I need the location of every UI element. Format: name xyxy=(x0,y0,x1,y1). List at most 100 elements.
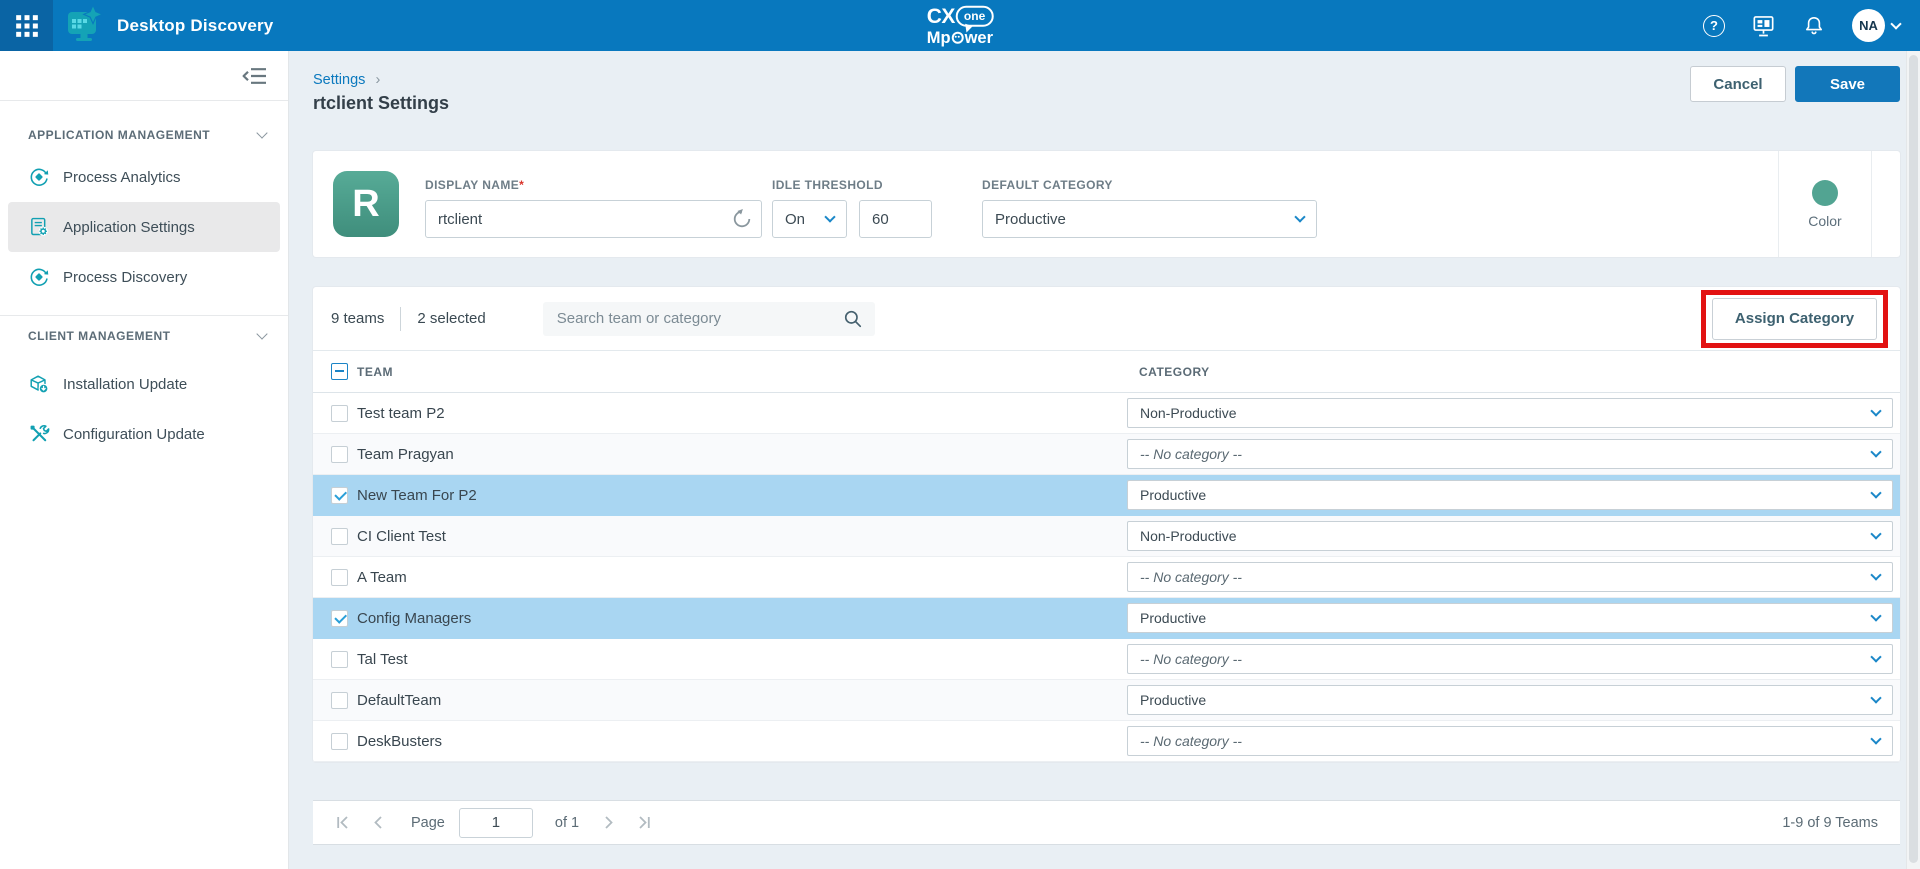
team-search xyxy=(543,302,875,336)
sidebar-item-application-settings[interactable]: Application Settings xyxy=(8,202,280,252)
client-avatar: R xyxy=(333,171,399,237)
idle-threshold-toggle-select[interactable]: On xyxy=(772,200,847,238)
app-brand: Desktop Discovery xyxy=(64,6,273,46)
screen-share-button[interactable] xyxy=(1751,13,1776,38)
category-select[interactable]: Non-Productive xyxy=(1127,398,1893,428)
notifications-button[interactable] xyxy=(1802,14,1826,38)
category-select[interactable]: Productive xyxy=(1127,603,1893,633)
table-row[interactable]: Config Managers Productive xyxy=(313,598,1900,639)
save-button[interactable]: Save xyxy=(1795,66,1900,102)
sidebar-item-label: Installation Update xyxy=(63,376,187,393)
table-row[interactable]: Team Pragyan -- No category -- xyxy=(313,434,1900,475)
section-header-application-management[interactable]: APPLICATION MANAGEMENT xyxy=(0,128,288,142)
breadcrumb-settings-link[interactable]: Settings xyxy=(313,72,365,88)
prev-page-button[interactable] xyxy=(371,815,386,830)
row-checkbox[interactable] xyxy=(331,405,348,422)
default-category-label: DEFAULT CATEGORY xyxy=(982,178,1317,192)
color-swatch[interactable] xyxy=(1812,180,1838,206)
sidebar-item-configuration-update[interactable]: Configuration Update xyxy=(8,409,280,459)
breadcrumb-separator: › xyxy=(375,72,380,88)
page-label: Page xyxy=(411,815,445,831)
category-select[interactable]: -- No category -- xyxy=(1127,726,1893,756)
table-row[interactable]: A Team -- No category -- xyxy=(313,557,1900,598)
assign-category-button[interactable]: Assign Category xyxy=(1712,298,1877,340)
app-launcher-button[interactable] xyxy=(0,0,53,51)
display-name-label: DISPLAY NAME* xyxy=(425,178,762,192)
idle-threshold-group: IDLE THRESHOLD On xyxy=(772,178,932,238)
chevron-down-icon xyxy=(1870,487,1881,498)
row-checkbox[interactable] xyxy=(331,528,348,545)
idle-threshold-seconds-field[interactable] xyxy=(859,200,932,238)
results-range-label: 1-9 of 9 Teams xyxy=(1782,815,1878,831)
category-select[interactable]: Non-Productive xyxy=(1127,521,1893,551)
chevron-down-icon xyxy=(1294,211,1305,222)
last-page-icon xyxy=(637,815,652,830)
row-checkbox[interactable] xyxy=(331,692,348,709)
process-analytics-icon xyxy=(28,166,50,188)
page-of-label: of 1 xyxy=(555,815,579,831)
team-name: New Team For P2 xyxy=(357,487,1118,504)
category-select[interactable]: -- No category -- xyxy=(1127,562,1893,592)
category-select[interactable]: -- No category -- xyxy=(1127,644,1893,674)
cancel-button[interactable]: Cancel xyxy=(1690,66,1786,102)
teams-count: 9 teams xyxy=(331,310,384,327)
team-name: A Team xyxy=(357,569,1118,586)
category-select[interactable]: Productive xyxy=(1127,685,1893,715)
table-header-row: TEAM CATEGORY xyxy=(313,351,1900,393)
row-checkbox[interactable] xyxy=(331,610,348,627)
sidebar-item-installation-update[interactable]: Installation Update xyxy=(8,359,280,409)
sidebar-divider xyxy=(0,315,288,316)
row-checkbox[interactable] xyxy=(331,446,348,463)
scrollbar-thumb[interactable] xyxy=(1909,55,1918,863)
prev-page-icon xyxy=(371,815,386,830)
first-page-button[interactable] xyxy=(335,815,350,830)
category-select[interactable]: -- No category -- xyxy=(1127,439,1893,469)
table-row[interactable]: New Team For P2 Productive xyxy=(313,475,1900,516)
table-row[interactable]: DeskBusters -- No category -- xyxy=(313,721,1900,762)
select-all-checkbox[interactable] xyxy=(331,363,348,380)
table-row[interactable]: Tal Test -- No category -- xyxy=(313,639,1900,680)
collapse-sidebar-icon[interactable] xyxy=(242,66,268,86)
scrollbar[interactable] xyxy=(1906,51,1920,869)
pagination-bar: Page of 1 1-9 of 9 Teams xyxy=(313,800,1900,845)
table-row[interactable]: CI Client Test Non-Productive xyxy=(313,516,1900,557)
chevron-down-icon xyxy=(256,328,267,339)
sidebar-item-process-analytics[interactable]: Process Analytics xyxy=(8,152,280,202)
sidebar-item-process-discovery[interactable]: Process Discovery xyxy=(8,252,280,302)
team-name: Team Pragyan xyxy=(357,446,1118,463)
category-select[interactable]: Productive xyxy=(1127,480,1893,510)
selected-count: 2 selected xyxy=(417,310,485,327)
table-row[interactable]: Test team P2 Non-Productive xyxy=(313,393,1900,434)
row-checkbox[interactable] xyxy=(331,487,348,504)
next-page-button[interactable] xyxy=(601,815,616,830)
next-page-icon xyxy=(601,815,616,830)
app-launcher-icon xyxy=(14,13,40,39)
page-number-input[interactable] xyxy=(459,808,533,838)
column-header-category: CATEGORY xyxy=(1127,365,1893,379)
help-button[interactable]: ? xyxy=(1703,15,1725,37)
sidebar-section-application-management: APPLICATION MANAGEMENT Process Analytics xyxy=(0,128,288,302)
chevron-down-icon xyxy=(1870,528,1881,539)
table-row[interactable]: DefaultTeam Productive xyxy=(313,680,1900,721)
logo-mpower-text: Mpwer xyxy=(927,29,994,46)
row-checkbox[interactable] xyxy=(331,651,348,668)
default-category-select[interactable]: Productive xyxy=(982,200,1317,238)
default-category-group: DEFAULT CATEGORY Productive xyxy=(982,178,1317,238)
row-checkbox[interactable] xyxy=(331,569,348,586)
display-name-field[interactable] xyxy=(425,200,762,238)
row-checkbox[interactable] xyxy=(331,733,348,750)
search-input[interactable] xyxy=(557,310,843,327)
search-icon[interactable] xyxy=(843,309,863,329)
display-name-group: DISPLAY NAME* xyxy=(425,178,762,238)
application-settings-icon xyxy=(28,216,50,238)
app-window: Desktop Discovery CX one Mpwer ? xyxy=(0,0,1920,869)
chevron-down-icon xyxy=(1870,733,1881,744)
sidebar-item-label: Configuration Update xyxy=(63,426,205,443)
chevron-down-icon xyxy=(1890,18,1901,29)
team-name: CI Client Test xyxy=(357,528,1118,545)
avatar[interactable]: NA xyxy=(1852,9,1885,42)
user-menu[interactable]: NA xyxy=(1852,9,1900,42)
last-page-button[interactable] xyxy=(637,815,652,830)
section-header-client-management[interactable]: CLIENT MANAGEMENT xyxy=(0,329,288,343)
reset-icon[interactable] xyxy=(731,208,753,230)
